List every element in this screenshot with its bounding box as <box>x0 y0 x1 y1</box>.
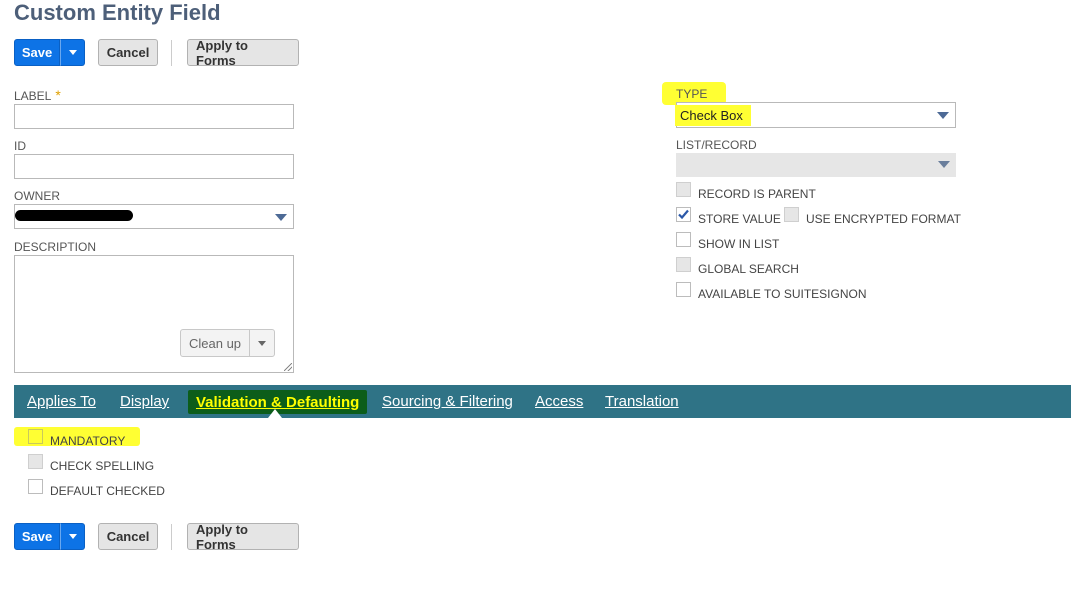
chevron-down-icon <box>68 534 77 539</box>
toolbar-divider <box>171 40 172 66</box>
description-field-label: DESCRIPTION <box>14 240 97 254</box>
required-mark: * <box>55 87 61 103</box>
owner-field-label: OWNER <box>14 189 60 203</box>
type-select[interactable]: Check Box <box>675 102 956 128</box>
show-in-list-label: SHOW IN LIST <box>698 237 780 251</box>
description-textarea[interactable]: Clean up <box>14 255 294 373</box>
cleanup-label: Clean up <box>181 330 251 356</box>
bottom-save-group: Save <box>14 523 85 550</box>
type-select-value: Check Box <box>680 108 743 123</box>
label-caption: LABEL <box>14 89 52 103</box>
tab-applies-to[interactable]: Applies To <box>27 385 96 418</box>
tab-translation[interactable]: Translation <box>605 385 679 418</box>
apply-to-forms-button[interactable]: Apply to Forms <box>187 522 299 552</box>
record-is-parent-checkbox <box>676 182 691 197</box>
owner-select[interactable] <box>14 204 294 229</box>
check-spelling-checkbox <box>28 454 43 469</box>
mandatory-checkbox[interactable] <box>28 429 43 444</box>
resize-handle-icon[interactable] <box>284 363 292 371</box>
type-field-label: TYPE <box>676 87 708 101</box>
label-input[interactable] <box>14 104 294 129</box>
active-tab-pointer <box>268 409 282 418</box>
page-title: Custom Entity Field <box>14 0 221 25</box>
dropdown-arrow-icon <box>275 214 287 221</box>
default-checked-label: DEFAULT CHECKED <box>50 484 165 498</box>
list-record-select <box>676 153 956 177</box>
cleanup-menu-button[interactable] <box>250 330 274 356</box>
cancel-button[interactable]: Cancel <box>98 523 158 550</box>
tab-display[interactable]: Display <box>120 385 169 418</box>
dropdown-arrow-icon <box>938 161 950 168</box>
global-search-checkbox <box>676 257 691 272</box>
checkmark-icon <box>678 209 689 220</box>
save-menu-button[interactable] <box>60 39 85 66</box>
available-to-suitesignon-checkbox[interactable] <box>676 282 691 297</box>
chevron-down-icon <box>258 340 267 346</box>
id-input[interactable] <box>14 154 294 179</box>
tab-sourcing-filtering[interactable]: Sourcing & Filtering <box>382 385 513 418</box>
subtab-bar: Applies To Display Validation & Defaulti… <box>14 385 1071 418</box>
use-encrypted-format-checkbox <box>784 207 799 222</box>
save-button[interactable]: Save <box>14 523 60 550</box>
store-value-checkbox[interactable] <box>676 207 691 222</box>
default-checked-checkbox[interactable] <box>28 479 43 494</box>
list-record-field-label: LIST/RECORD <box>676 138 757 152</box>
save-button[interactable]: Save <box>14 39 60 66</box>
label-field-label: LABEL * <box>14 87 61 105</box>
check-spelling-label: CHECK SPELLING <box>50 459 155 473</box>
tab-access[interactable]: Access <box>535 385 583 418</box>
cancel-button[interactable]: Cancel <box>98 39 158 66</box>
top-save-group: Save <box>14 39 85 66</box>
redacted-owner-value <box>15 210 133 221</box>
field-options-group: RECORD IS PARENT STORE VALUE USE ENCRYPT… <box>676 182 1071 312</box>
apply-to-forms-button[interactable]: Apply to Forms <box>187 38 299 68</box>
show-in-list-checkbox[interactable] <box>676 232 691 247</box>
save-menu-button[interactable] <box>60 523 85 550</box>
use-encrypted-format-label: USE ENCRYPTED FORMAT <box>806 212 961 226</box>
available-to-suitesignon-label: AVAILABLE TO SUITESIGNON <box>698 287 867 301</box>
global-search-label: GLOBAL SEARCH <box>698 262 799 276</box>
store-value-label: STORE VALUE <box>698 212 781 226</box>
id-field-label: ID <box>14 139 26 153</box>
mandatory-label: MANDATORY <box>50 434 126 448</box>
record-is-parent-label: RECORD IS PARENT <box>698 187 816 201</box>
chevron-down-icon <box>68 50 77 55</box>
cleanup-button[interactable]: Clean up <box>180 329 276 357</box>
toolbar-divider <box>171 524 172 550</box>
dropdown-arrow-icon <box>937 112 949 119</box>
